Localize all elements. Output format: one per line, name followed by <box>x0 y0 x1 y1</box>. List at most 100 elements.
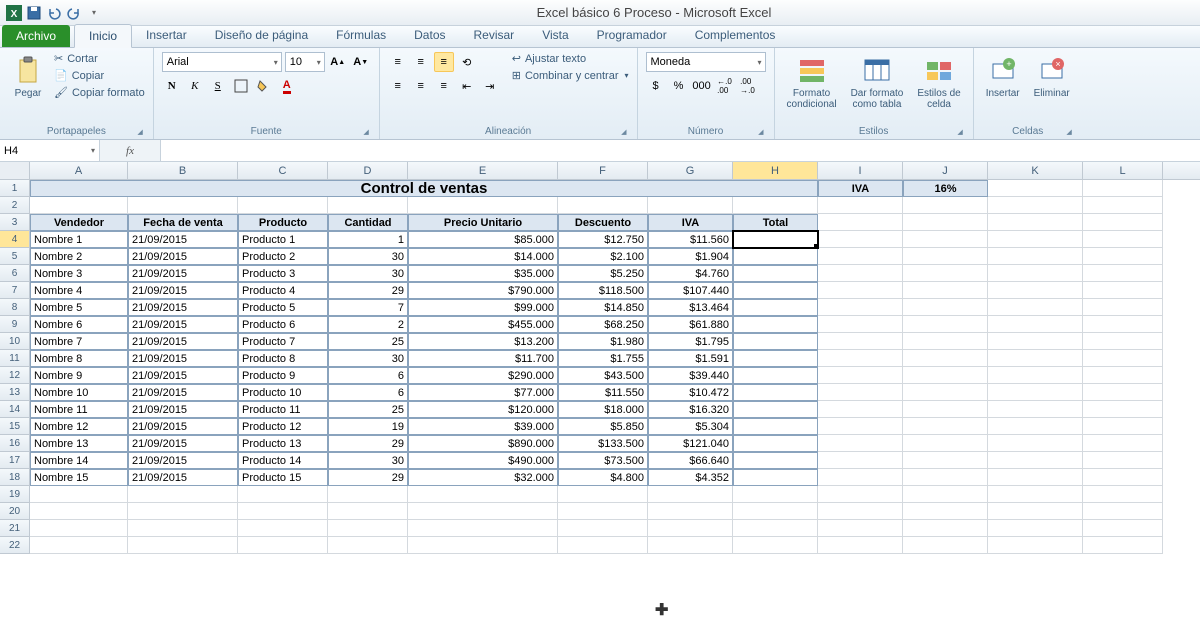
cell-E9[interactable]: $455.000 <box>408 316 558 333</box>
cell-L6[interactable] <box>1083 265 1163 282</box>
cell-G7[interactable]: $107.440 <box>648 282 733 299</box>
cell-L7[interactable] <box>1083 282 1163 299</box>
column-header-J[interactable]: J <box>903 162 988 179</box>
cell-I19[interactable] <box>818 486 903 503</box>
cell-J17[interactable] <box>903 452 988 469</box>
cell-C5[interactable]: Producto 2 <box>238 248 328 265</box>
orientation-button[interactable]: ⟲ <box>457 52 477 72</box>
cell-B6[interactable]: 21/09/2015 <box>128 265 238 282</box>
cell-H5[interactable] <box>733 248 818 265</box>
cell-H15[interactable] <box>733 418 818 435</box>
cell-J5[interactable] <box>903 248 988 265</box>
header-G[interactable]: IVA <box>648 214 733 231</box>
cell-C21[interactable] <box>238 520 328 537</box>
cell-H21[interactable] <box>733 520 818 537</box>
row-header-5[interactable]: 5 <box>0 248 30 265</box>
column-header-H[interactable]: H <box>733 162 818 179</box>
cell-F18[interactable]: $4.800 <box>558 469 648 486</box>
cell-D14[interactable]: 25 <box>328 401 408 418</box>
cell-H12[interactable] <box>733 367 818 384</box>
cell-I11[interactable] <box>818 350 903 367</box>
header-A[interactable]: Vendedor <box>30 214 128 231</box>
cell-J18[interactable] <box>903 469 988 486</box>
bold-button[interactable]: N <box>162 76 182 96</box>
cell-A2[interactable] <box>30 197 128 214</box>
cell-L19[interactable] <box>1083 486 1163 503</box>
cell-I2[interactable] <box>818 197 903 214</box>
cell-L18[interactable] <box>1083 469 1163 486</box>
cell-A9[interactable]: Nombre 6 <box>30 316 128 333</box>
cell-F4[interactable]: $12.750 <box>558 231 648 248</box>
cell-L9[interactable] <box>1083 316 1163 333</box>
cell-F5[interactable]: $2.100 <box>558 248 648 265</box>
cell-A18[interactable]: Nombre 15 <box>30 469 128 486</box>
row-header-21[interactable]: 21 <box>0 520 30 537</box>
cell-A12[interactable]: Nombre 9 <box>30 367 128 384</box>
cell-C7[interactable]: Producto 4 <box>238 282 328 299</box>
cell-G8[interactable]: $13.464 <box>648 299 733 316</box>
cell-J13[interactable] <box>903 384 988 401</box>
cell-H8[interactable] <box>733 299 818 316</box>
cell-K18[interactable] <box>988 469 1083 486</box>
cell-E8[interactable]: $99.000 <box>408 299 558 316</box>
cell-D13[interactable]: 6 <box>328 384 408 401</box>
cell-L8[interactable] <box>1083 299 1163 316</box>
cell-C15[interactable]: Producto 12 <box>238 418 328 435</box>
row-header-20[interactable]: 20 <box>0 503 30 520</box>
row-header-14[interactable]: 14 <box>0 401 30 418</box>
cell-F15[interactable]: $5.850 <box>558 418 648 435</box>
cell-G18[interactable]: $4.352 <box>648 469 733 486</box>
cell-J2[interactable] <box>903 197 988 214</box>
tab-complementos[interactable]: Complementos <box>681 24 790 47</box>
select-all-corner[interactable] <box>0 162 30 180</box>
undo-icon[interactable] <box>46 5 62 21</box>
cell-D12[interactable]: 6 <box>328 367 408 384</box>
number-format-combo[interactable]: Moneda <box>646 52 766 72</box>
cell-K17[interactable] <box>988 452 1083 469</box>
align-bottom-button[interactable]: ≡ <box>434 52 454 72</box>
cell-D11[interactable]: 30 <box>328 350 408 367</box>
cell-A21[interactable] <box>30 520 128 537</box>
cell-K2[interactable] <box>988 197 1083 214</box>
cell-G21[interactable] <box>648 520 733 537</box>
cell-C13[interactable]: Producto 10 <box>238 384 328 401</box>
column-header-G[interactable]: G <box>648 162 733 179</box>
cell-D6[interactable]: 30 <box>328 265 408 282</box>
cell-E6[interactable]: $35.000 <box>408 265 558 282</box>
align-center-button[interactable]: ≡ <box>411 76 431 96</box>
tab-file[interactable]: Archivo <box>2 25 70 47</box>
redo-icon[interactable] <box>66 5 82 21</box>
name-box[interactable]: H4 <box>0 140 100 161</box>
cell-B20[interactable] <box>128 503 238 520</box>
comma-button[interactable]: 000 <box>692 76 712 96</box>
column-header-C[interactable]: C <box>238 162 328 179</box>
align-top-button[interactable]: ≡ <box>388 52 408 72</box>
cell-A22[interactable] <box>30 537 128 554</box>
cell-A13[interactable]: Nombre 10 <box>30 384 128 401</box>
tab-programador[interactable]: Programador <box>583 24 681 47</box>
cell-L4[interactable] <box>1083 231 1163 248</box>
conditional-format-button[interactable]: Formato condicional <box>783 52 841 112</box>
decrease-indent-button[interactable]: ⇤ <box>457 76 477 96</box>
cell-B15[interactable]: 21/09/2015 <box>128 418 238 435</box>
cell-A11[interactable]: Nombre 8 <box>30 350 128 367</box>
cell-J14[interactable] <box>903 401 988 418</box>
cell-I14[interactable] <box>818 401 903 418</box>
cell-K10[interactable] <box>988 333 1083 350</box>
cell-H17[interactable] <box>733 452 818 469</box>
cell-B19[interactable] <box>128 486 238 503</box>
cell-B2[interactable] <box>128 197 238 214</box>
cell-E21[interactable] <box>408 520 558 537</box>
cell-I21[interactable] <box>818 520 903 537</box>
cell-I8[interactable] <box>818 299 903 316</box>
cell-I10[interactable] <box>818 333 903 350</box>
insert-cells-button[interactable]: +Insertar <box>982 52 1024 101</box>
cell-A20[interactable] <box>30 503 128 520</box>
cell-K5[interactable] <box>988 248 1083 265</box>
column-header-E[interactable]: E <box>408 162 558 179</box>
cell-C16[interactable]: Producto 13 <box>238 435 328 452</box>
cell-H22[interactable] <box>733 537 818 554</box>
cell-E12[interactable]: $290.000 <box>408 367 558 384</box>
cell-I4[interactable] <box>818 231 903 248</box>
font-name-combo[interactable]: Arial <box>162 52 282 72</box>
